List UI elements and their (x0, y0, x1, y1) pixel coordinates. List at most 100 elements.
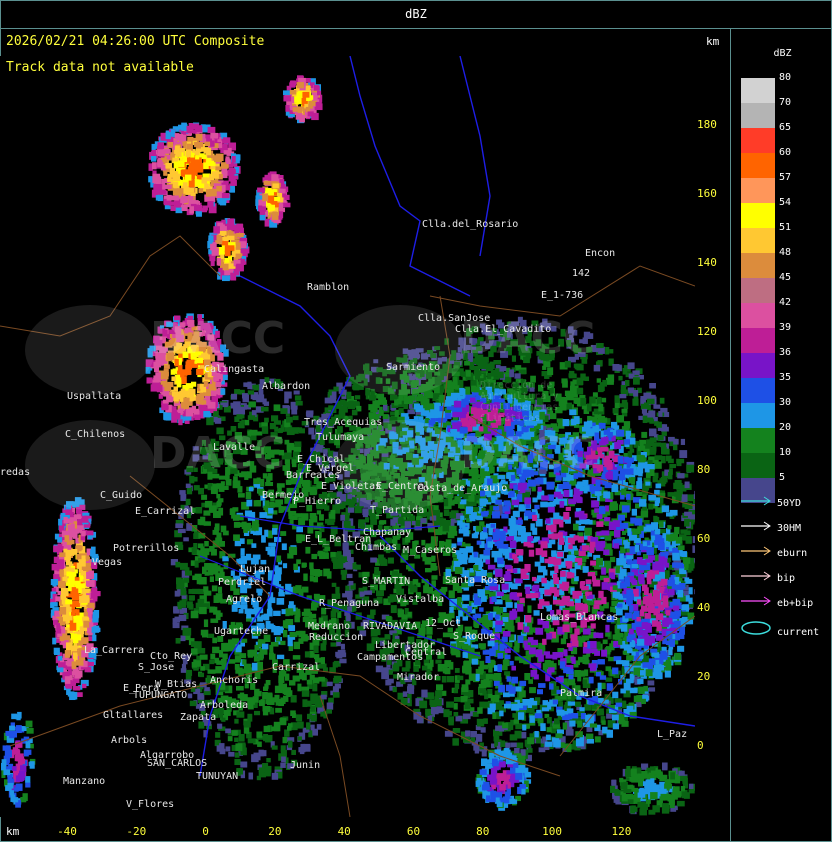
echo-cell (221, 659, 227, 666)
echo-cell (182, 563, 187, 570)
echo-cell (280, 408, 288, 414)
echo-cell (487, 689, 493, 694)
echo-cell (477, 589, 485, 597)
echo-cell (492, 674, 500, 681)
echo-cell (440, 519, 446, 526)
echo-cell (453, 688, 459, 694)
echo-cell (447, 710, 452, 716)
echo-cell (402, 691, 408, 697)
echo-cell (175, 523, 183, 529)
echo-cell (235, 667, 243, 674)
echo-cell (301, 686, 310, 691)
echo-cell (425, 568, 432, 573)
echo-cell (381, 399, 388, 405)
echo-cell (370, 519, 378, 525)
echo-cell (627, 387, 634, 394)
echo-cell (346, 391, 352, 400)
echo-cell (549, 683, 554, 690)
echo-cell (290, 695, 297, 703)
echo-cell (359, 591, 365, 597)
echo-cell (416, 405, 424, 411)
echo-cell (684, 511, 692, 516)
echo-cell (669, 464, 677, 469)
echo-cell (180, 635, 186, 642)
echo-cell (470, 731, 477, 738)
echo-cell (468, 495, 475, 502)
echo-cell (443, 498, 449, 507)
echo-cell (175, 561, 181, 568)
echo-cell (320, 657, 325, 665)
echo-cell (270, 641, 279, 647)
echo-cell (295, 630, 303, 636)
echo-cell (308, 427, 315, 435)
echo-cell (466, 506, 474, 515)
echo-cell (199, 519, 205, 526)
echo-cell (212, 529, 219, 535)
echo-cell (234, 737, 239, 742)
echo-cell (355, 564, 361, 570)
echo-cell (326, 681, 333, 687)
echo-cell (460, 515, 465, 520)
echo-cell (354, 505, 362, 514)
echo-cell (545, 734, 551, 741)
echo-cell (498, 700, 504, 705)
echo-cell (451, 649, 457, 656)
echo-cell (495, 725, 504, 731)
echo-cell (244, 667, 253, 673)
echo-cell (307, 713, 313, 720)
echo-cell (568, 646, 573, 651)
echo-cell (345, 585, 350, 592)
echo-cell (648, 687, 656, 692)
echo-cell (191, 641, 199, 647)
echo-cell (177, 601, 182, 610)
echo-cell (380, 559, 388, 566)
echo-cell (294, 441, 302, 447)
echo-cell (247, 738, 256, 744)
echo-cell (480, 727, 486, 733)
echo-cell (538, 565, 546, 573)
echo-cell (186, 523, 193, 531)
echo-cell (292, 415, 299, 421)
echo-cell (258, 639, 266, 644)
echo-cell (206, 417, 214, 426)
echo-cell (351, 409, 358, 416)
echo-cell (213, 606, 218, 615)
echo-cell (436, 684, 444, 691)
echo-cell (484, 680, 491, 688)
echo-cell (500, 366, 507, 372)
echo-cell (668, 472, 673, 480)
echo-cell (525, 504, 531, 509)
echo-cell (278, 683, 283, 689)
echo-cell (384, 634, 391, 640)
echo-cell (257, 654, 264, 661)
echo-cell (409, 585, 418, 593)
echo-cell (649, 437, 657, 443)
echo-cell (677, 473, 685, 479)
echo-cell (243, 528, 248, 533)
echo-cell (659, 397, 665, 404)
echo-cell (188, 595, 195, 601)
echo-cell (444, 660, 452, 668)
echo-cell (271, 726, 280, 732)
echo-cell (567, 678, 576, 686)
echo-cell (307, 700, 312, 707)
echo-cell (569, 370, 575, 378)
echo-cell (680, 438, 686, 445)
echo-cell (425, 511, 432, 517)
echo-cell (234, 752, 240, 758)
echo-cell (309, 575, 314, 582)
echo-cell (563, 512, 570, 520)
echo-cell (349, 400, 354, 405)
echo-cell (387, 557, 394, 564)
echo-cell (453, 697, 461, 702)
echo-cell (582, 654, 587, 660)
echo-cell (276, 598, 285, 605)
echo-cell (204, 521, 211, 526)
echo-cell (284, 398, 289, 404)
echo-cell (586, 726, 593, 732)
echo-cell (331, 582, 337, 587)
echo-cell (204, 563, 212, 571)
echo-cell (302, 699, 308, 708)
echo-cell (305, 411, 313, 417)
echo-cell (271, 772, 279, 780)
